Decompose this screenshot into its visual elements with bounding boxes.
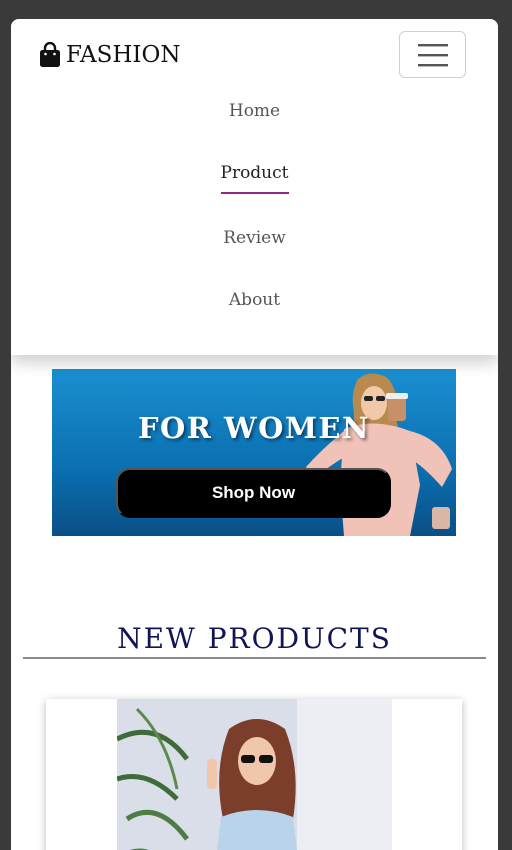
- brand-name: FASHION: [66, 42, 181, 68]
- product-card[interactable]: [46, 699, 462, 850]
- hamburger-menu-icon: [417, 43, 448, 66]
- nav-link-home[interactable]: Home: [11, 101, 498, 121]
- brand-logo[interactable]: FASHION: [39, 42, 180, 68]
- page-frame: FASHION Home Product Review About FOR WO…: [11, 19, 498, 850]
- shopping-bag-icon: [40, 42, 60, 67]
- new-products-heading: NEW PRODUCTS: [117, 622, 392, 655]
- women-banner: FOR WOMEN Shop Now: [52, 369, 456, 536]
- active-underline: [220, 192, 289, 194]
- product-image: [117, 699, 392, 850]
- section-divider: [23, 657, 486, 659]
- nav-link-label: About: [228, 290, 281, 310]
- nav-link-product[interactable]: Product: [11, 163, 498, 194]
- nav-link-label: Product: [220, 163, 289, 183]
- banner-title: FOR WOMEN: [137, 411, 371, 445]
- nav-link-label: Review: [223, 228, 286, 248]
- nav-link-review[interactable]: Review: [11, 228, 498, 248]
- nav-link-label: Home: [228, 101, 281, 121]
- navbar: FASHION Home Product Review About: [11, 19, 498, 355]
- shop-now-button[interactable]: Shop Now: [116, 468, 391, 518]
- navbar-toggle-button[interactable]: [399, 31, 466, 78]
- nav-link-about[interactable]: About: [11, 290, 498, 310]
